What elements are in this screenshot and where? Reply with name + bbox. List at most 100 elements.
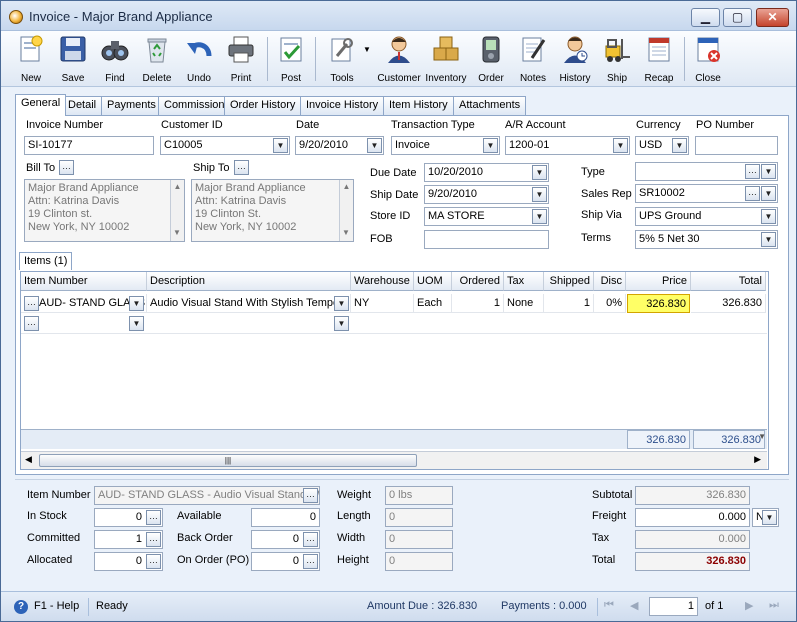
table-row-shipped[interactable]: 1: [544, 294, 594, 313]
scrollbar[interactable]: ▲ ▼: [339, 180, 353, 241]
ship-via-select[interactable]: UPS Ground ▼: [635, 207, 778, 226]
sales-rep-lookup-button[interactable]: …: [745, 186, 760, 201]
table-row-total[interactable]: 326.830: [691, 294, 766, 313]
column-header-disc[interactable]: Disc: [594, 272, 626, 291]
chevron-down-icon[interactable]: ▼: [761, 186, 776, 201]
chevron-down-icon[interactable]: ▼: [129, 296, 144, 311]
chevron-down-icon[interactable]: ▼: [532, 209, 547, 224]
chevron-down-icon[interactable]: ▼: [532, 165, 547, 180]
new-button[interactable]: New: [11, 34, 51, 86]
ar-account-field[interactable]: 1200-01 ▼: [505, 136, 630, 155]
item-number-lookup-button[interactable]: …: [303, 488, 318, 503]
chevron-down-icon[interactable]: ▼: [761, 209, 776, 224]
tools-dropdown-icon[interactable]: ▼: [363, 45, 371, 54]
freight-tax-select[interactable]: N ▼: [752, 508, 779, 527]
find-button[interactable]: Find: [95, 34, 135, 86]
chevron-down-icon[interactable]: ▼: [129, 316, 144, 331]
chevron-down-icon[interactable]: ▼: [762, 510, 777, 525]
horizontal-scrollbar[interactable]: ◀ ||| ▶: [21, 451, 767, 469]
terms-select[interactable]: 5% 5 Net 30 ▼: [635, 230, 778, 249]
table-row-uom[interactable]: Each: [414, 294, 452, 313]
chevron-down-icon[interactable]: ▼: [761, 232, 776, 247]
ship-to-address[interactable]: Major Brand Appliance Attn: Katrina Davi…: [191, 179, 354, 242]
column-header-price[interactable]: Price: [626, 272, 691, 291]
chevron-down-icon[interactable]: ▼: [273, 138, 288, 153]
scroll-right-icon[interactable]: ▶: [754, 454, 761, 465]
scroll-thumb[interactable]: |||: [39, 454, 417, 467]
fob-field[interactable]: [424, 230, 549, 249]
due-date-field[interactable]: 10/20/2010 ▼: [424, 163, 549, 182]
transaction-type-select[interactable]: Invoice ▼: [391, 136, 500, 155]
back-order-lookup-button[interactable]: …: [303, 532, 318, 547]
chevron-down-icon[interactable]: ▼: [334, 316, 349, 331]
ship-to-lookup-button[interactable]: …: [234, 160, 249, 175]
tab-commission[interactable]: Commission: [158, 96, 231, 115]
save-button[interactable]: Save: [53, 34, 93, 86]
tab-invoice-history[interactable]: Invoice History: [300, 96, 385, 115]
minimize-button[interactable]: ▁: [691, 8, 720, 27]
chevron-down-icon[interactable]: ▼: [761, 164, 776, 179]
last-record-icon[interactable]: ⏭: [769, 599, 779, 612]
invoice-number-field[interactable]: SI-10177: [24, 136, 154, 155]
first-record-icon[interactable]: ⏮: [604, 599, 614, 612]
po-number-field[interactable]: [695, 136, 778, 155]
currency-select[interactable]: USD ▼: [635, 136, 689, 155]
recap-button[interactable]: Recap: [639, 34, 679, 86]
grid-scroll-down-icon[interactable]: ▼: [758, 432, 766, 441]
scroll-left-icon[interactable]: ◀: [25, 454, 32, 465]
notes-button[interactable]: Notes: [513, 34, 553, 86]
scroll-down-icon[interactable]: ▼: [171, 226, 183, 239]
scroll-up-icon[interactable]: ▲: [171, 180, 184, 193]
chevron-down-icon[interactable]: ▼: [672, 138, 687, 153]
column-header-total[interactable]: Total: [691, 272, 766, 291]
help-label[interactable]: F1 - Help: [34, 600, 79, 612]
new-row-lookup-button[interactable]: …: [24, 316, 39, 331]
bill-to-lookup-button[interactable]: …: [59, 160, 74, 175]
print-button[interactable]: Print: [221, 34, 261, 86]
order-button[interactable]: Order: [471, 34, 511, 86]
ship-date-field[interactable]: 9/20/2010 ▼: [424, 185, 549, 204]
column-header-ordered[interactable]: Ordered: [452, 272, 504, 291]
column-header-uom[interactable]: UOM: [414, 272, 452, 291]
table-row-disc[interactable]: 0%: [594, 294, 626, 313]
scroll-up-icon[interactable]: ▲: [340, 180, 353, 193]
previous-record-icon[interactable]: ◀: [630, 599, 638, 612]
tab-item-history[interactable]: Item History: [383, 96, 454, 115]
chevron-down-icon[interactable]: ▼: [613, 138, 628, 153]
freight-field[interactable]: 0.000: [635, 508, 750, 527]
window-close-button[interactable]: ✕: [756, 8, 789, 27]
history-button[interactable]: History: [555, 34, 595, 86]
table-row-price[interactable]: 326.830: [627, 294, 690, 313]
tab-detail[interactable]: Detail: [62, 96, 103, 115]
table-row-tax[interactable]: None: [504, 294, 544, 313]
in-stock-lookup-button[interactable]: …: [146, 510, 161, 525]
table-row-description[interactable]: Audio Visual Stand With Stylish Temper: [147, 294, 351, 313]
customer-id-field[interactable]: C10005 ▼: [160, 136, 290, 155]
tab-items[interactable]: Items (1): [19, 252, 73, 270]
type-lookup-button[interactable]: …: [745, 164, 760, 179]
committed-lookup-button[interactable]: …: [146, 532, 161, 547]
scrollbar[interactable]: ▲ ▼: [170, 180, 184, 241]
chevron-down-icon[interactable]: ▼: [532, 187, 547, 202]
delete-button[interactable]: Delete: [137, 34, 177, 86]
item-lookup-button[interactable]: …: [24, 296, 39, 311]
tab-attachments[interactable]: Attachments: [453, 96, 527, 115]
tab-payments[interactable]: Payments: [101, 96, 162, 115]
column-header-description[interactable]: Description: [147, 272, 351, 291]
allocated-lookup-button[interactable]: …: [146, 554, 161, 569]
column-header-shipped[interactable]: Shipped: [544, 272, 594, 291]
bill-to-address[interactable]: Major Brand Appliance Attn: Katrina Davi…: [24, 179, 185, 242]
column-header-warehouse[interactable]: Warehouse: [351, 272, 414, 291]
ship-button[interactable]: Ship: [597, 34, 637, 86]
date-field[interactable]: 9/20/2010 ▼: [295, 136, 384, 155]
undo-button[interactable]: Undo: [179, 34, 219, 86]
post-button[interactable]: Post: [271, 34, 311, 86]
tab-order-history[interactable]: Order History: [224, 96, 302, 115]
close-button[interactable]: Close: [688, 34, 728, 86]
chevron-down-icon[interactable]: ▼: [334, 296, 349, 311]
next-record-icon[interactable]: ▶: [745, 599, 753, 612]
scroll-down-icon[interactable]: ▼: [340, 226, 352, 239]
chevron-down-icon[interactable]: ▼: [483, 138, 498, 153]
sales-rep-field[interactable]: SR10002… ▼: [635, 184, 778, 203]
on-order-lookup-button[interactable]: …: [303, 554, 318, 569]
